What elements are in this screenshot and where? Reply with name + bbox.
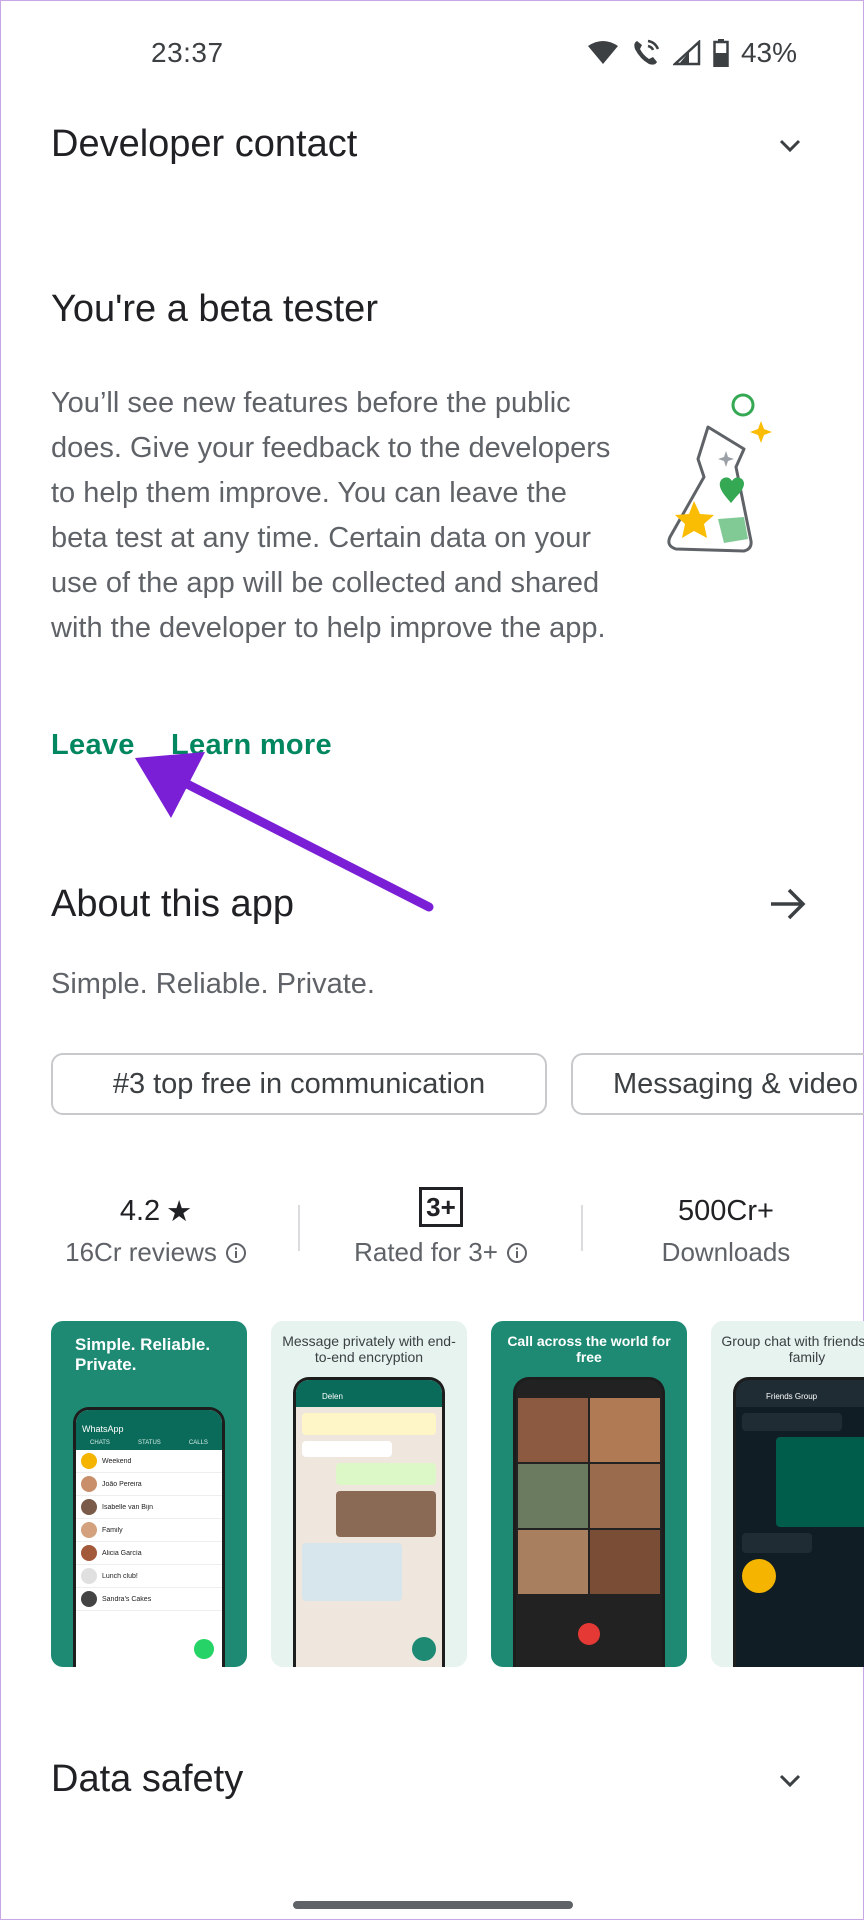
phone-mockup: WhatsApp CHATS STATUS CALLS Weekend João …	[73, 1407, 225, 1667]
developer-contact-expand-icon[interactable]	[775, 131, 805, 161]
wifi-calling-icon	[634, 39, 660, 65]
avatar	[81, 1476, 97, 1492]
chat-row: Weekend	[76, 1450, 222, 1473]
chip-category[interactable]: Messaging & video	[571, 1053, 864, 1115]
content-rating-badge: 3+	[419, 1187, 463, 1227]
phone-mockup	[513, 1377, 665, 1667]
chat-name: João Pereira	[102, 1480, 142, 1488]
phone-mockup: Friends Group	[733, 1377, 864, 1667]
new-chat-fab	[194, 1639, 214, 1659]
screenshot-caption: Group chat with friends and family	[721, 1333, 864, 1365]
info-icon	[225, 1242, 246, 1263]
developer-contact-title: Developer contact	[51, 123, 358, 165]
stat-rating[interactable]: 4.2 ★ 16Cr reviews	[41, 1191, 271, 1268]
beta-flask-illustration	[667, 393, 772, 553]
tab-chats: CHATS	[90, 1440, 110, 1446]
avatar	[81, 1453, 97, 1469]
stat-content-rating[interactable]: 3+ Rated for 3+	[321, 1187, 561, 1268]
arrow-right-icon[interactable]	[769, 886, 809, 922]
content-rating-label: Rated for 3+	[354, 1237, 498, 1267]
end-call-button	[578, 1623, 600, 1645]
beta-description: You’ll see new features before the publi…	[51, 387, 611, 644]
app-tagline: Simple. Reliable. Private.	[51, 968, 375, 1000]
about-app-title[interactable]: About this app	[51, 883, 294, 926]
info-icon	[506, 1242, 527, 1263]
chat-name: Isabelle van Bijn	[102, 1503, 153, 1511]
chat-row: Lunch club!	[76, 1565, 222, 1588]
stat-downloads: 500Cr+ Downloads	[611, 1191, 841, 1268]
chip-top-free[interactable]: #3 top free in communication	[51, 1053, 547, 1115]
chat-name: Lunch club!	[102, 1572, 138, 1580]
contact-name: Delen	[322, 1392, 343, 1401]
avatar	[81, 1591, 97, 1607]
screenshot-2[interactable]: Message privately with end-to-end encryp…	[271, 1321, 467, 1667]
home-gesture-bar[interactable]	[293, 1901, 573, 1909]
chat-row: Alicia García	[76, 1542, 222, 1565]
avatar	[81, 1499, 97, 1515]
chat-row: Family	[76, 1519, 222, 1542]
chat-list: Weekend João Pereira Isabelle van Bijn Fami…	[76, 1450, 222, 1611]
signal-icon	[672, 40, 701, 66]
app-name: WhatsApp	[82, 1424, 124, 1434]
chat-row: Isabelle van Bijn	[76, 1496, 222, 1519]
chat-name: Weekend	[102, 1457, 132, 1465]
downloads-label: Downloads	[661, 1237, 791, 1267]
wifi-icon	[587, 41, 618, 64]
avatar	[81, 1545, 97, 1561]
battery-percentage: 43%	[740, 37, 797, 68]
mic-button	[412, 1637, 436, 1661]
chat-row: Sandra's Cakes	[76, 1588, 222, 1611]
beta-tester-title: You're a beta tester	[51, 288, 378, 330]
screenshot-3[interactable]: Call across the world for free	[491, 1321, 687, 1667]
tab-status: STATUS	[138, 1440, 161, 1446]
avatar	[81, 1522, 97, 1538]
screenshot-1[interactable]: Simple. Reliable. Private. WhatsApp CHAT…	[51, 1321, 247, 1667]
star-icon: ★	[166, 1195, 193, 1228]
screenshot-caption: Simple. Reliable. Private.	[75, 1335, 211, 1374]
data-safety-expand-icon[interactable]	[775, 1766, 805, 1796]
stats-divider	[581, 1205, 583, 1251]
battery-icon	[713, 39, 729, 67]
rating-value: 4.2	[119, 1194, 161, 1227]
chat-row: João Pereira	[76, 1473, 222, 1496]
leave-beta-link[interactable]: Leave	[51, 729, 135, 762]
status-icons: 43%	[587, 37, 797, 69]
stats-divider	[298, 1205, 300, 1251]
tab-calls: CALLS	[188, 1440, 208, 1446]
status-time: 23:37	[151, 37, 224, 68]
downloads-value: 500Cr+	[678, 1194, 774, 1227]
phone-mockup: Delen	[293, 1377, 445, 1667]
chat-name: Alicia García	[102, 1549, 142, 1557]
chat-name: Sandra's Cakes	[102, 1595, 152, 1603]
avatar	[81, 1568, 97, 1584]
chat-name: Family	[102, 1526, 123, 1534]
data-safety-title: Data safety	[51, 1758, 244, 1800]
group-name: Friends Group	[766, 1392, 818, 1401]
screenshot-caption: Call across the world for free	[507, 1333, 671, 1365]
screenshot-caption: Message privately with end-to-end encryp…	[282, 1333, 456, 1365]
reviews-count: 16Cr reviews	[65, 1237, 217, 1267]
screenshot-4[interactable]: Group chat with friends and family Frien…	[711, 1321, 864, 1667]
